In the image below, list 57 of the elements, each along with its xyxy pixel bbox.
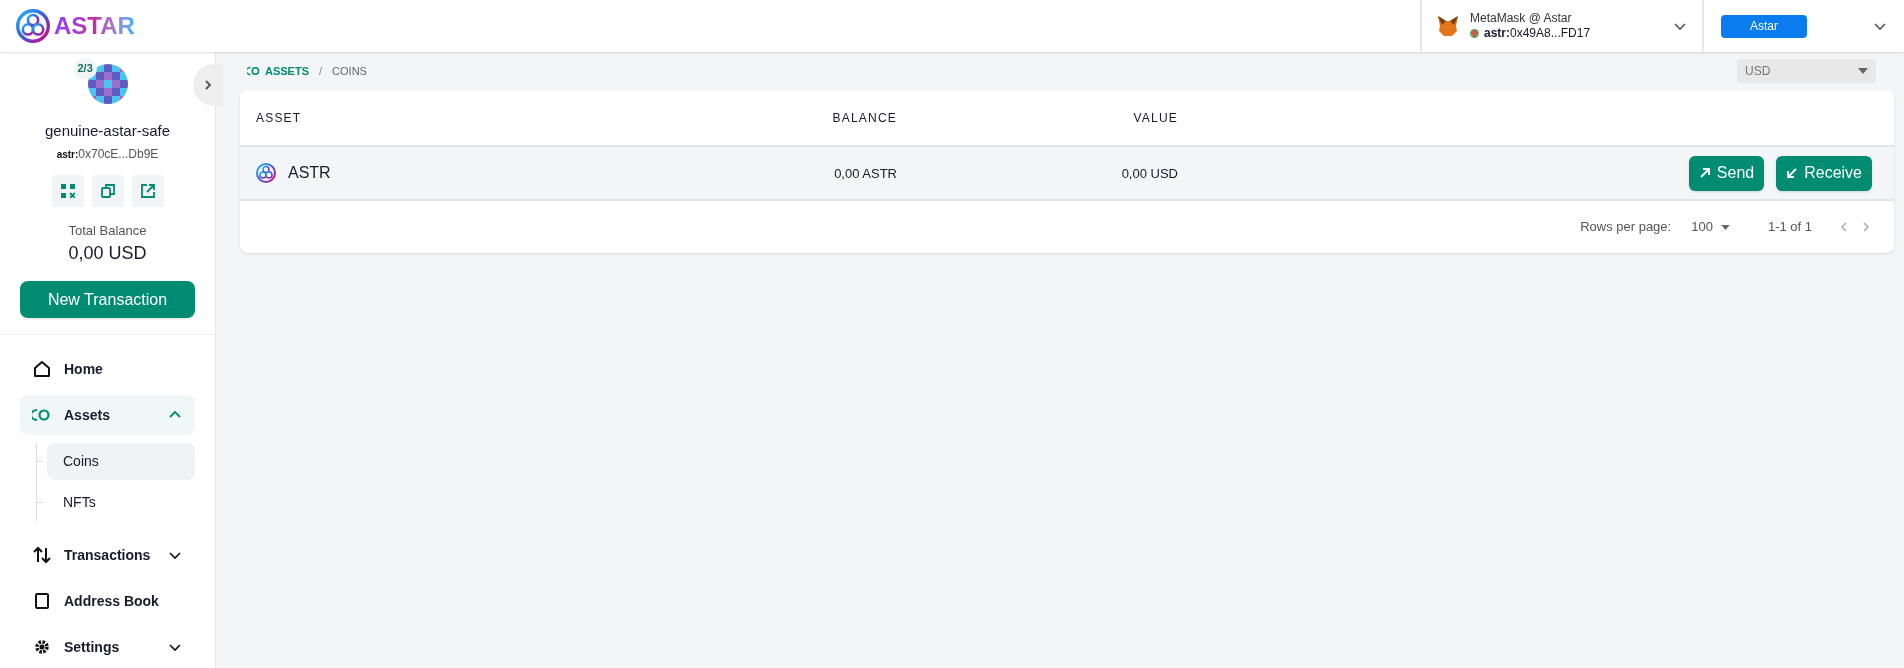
threshold-badge: 2/3 <box>73 58 97 79</box>
copy-button[interactable] <box>91 174 124 207</box>
home-icon <box>32 359 52 379</box>
external-link-icon <box>140 183 155 198</box>
column-header: BALANCE <box>832 110 897 125</box>
previous-page-button[interactable] <box>1838 221 1850 233</box>
chevron-left-icon <box>1838 221 1850 233</box>
balance-value: 0,00 USD <box>68 242 147 265</box>
identicon-icon <box>1470 29 1479 38</box>
open-in-explorer-button[interactable] <box>131 174 164 207</box>
arrow-down-left-icon <box>1786 167 1799 179</box>
astar-logo-icon <box>256 163 276 183</box>
qr-code-icon <box>60 183 75 198</box>
table-cell: 0,00 USD <box>1121 166 1178 181</box>
table-cell-text: ASTR <box>288 163 331 183</box>
nav-item[interactable]: Address Book <box>20 581 195 621</box>
breadcrumb-separator: / <box>319 63 323 79</box>
safe-name: genuine-astar-safe <box>44 121 171 141</box>
breadcrumb-item[interactable]: COINS <box>332 62 367 80</box>
nav-item[interactable]: Transactions <box>20 535 195 575</box>
new-transaction-button[interactable]: New Transaction <box>20 281 195 318</box>
nav-item[interactable]: Settings <box>20 627 195 667</box>
receive-button[interactable]: Receive <box>1776 155 1872 191</box>
caret-down-icon <box>1858 68 1868 74</box>
arrow-up-right-icon <box>1698 167 1711 179</box>
nav-item[interactable]: Home <box>20 349 195 389</box>
settings-icon <box>32 637 52 657</box>
rows-per-page-label: Rows per page: <box>1580 218 1672 237</box>
book-icon <box>32 591 52 611</box>
nav-item[interactable]: Assets <box>20 395 195 435</box>
nav-subitem[interactable]: Coins <box>47 443 195 480</box>
astar-logo-icon <box>16 9 50 43</box>
table-cell: 0,00 ASTR <box>834 166 897 181</box>
wallet-name: MetaMask @ Astar <box>1470 11 1573 26</box>
chevron-right-icon <box>202 79 214 91</box>
breadcrumb-item[interactable]: ASSETS <box>265 62 309 80</box>
arrows-up-down-icon <box>32 545 52 565</box>
column-header: ASSET <box>256 110 302 125</box>
next-page-button[interactable] <box>1860 221 1872 233</box>
send-button[interactable]: Send <box>1688 155 1765 191</box>
safe-address: astr:0x70cE...Db9E <box>56 145 159 163</box>
network-badge: Astar <box>1721 14 1807 38</box>
nav-subitem[interactable]: NFTs <box>47 484 195 521</box>
caret-down-icon <box>1720 224 1730 230</box>
wallet-address: astr:0x49A8...FD17 <box>1484 26 1591 41</box>
fox-icon <box>1436 14 1460 38</box>
coins-icon <box>247 66 261 76</box>
qr-code-button[interactable] <box>51 174 84 207</box>
rows-per-page-select[interactable]: 100 <box>1691 217 1730 237</box>
wallet-selector[interactable]: MetaMask @ Astar astr:0x49A8...FD17 <box>1420 0 1702 52</box>
copy-icon <box>100 183 115 198</box>
coins-icon <box>32 407 52 423</box>
chevron-right-icon <box>1860 221 1872 233</box>
pagination-range: 1-1 of 1 <box>1767 218 1812 237</box>
column-header: VALUE <box>1133 110 1178 125</box>
currency-select[interactable]: USD <box>1737 59 1876 83</box>
balance-label: Total Balance <box>68 221 147 240</box>
